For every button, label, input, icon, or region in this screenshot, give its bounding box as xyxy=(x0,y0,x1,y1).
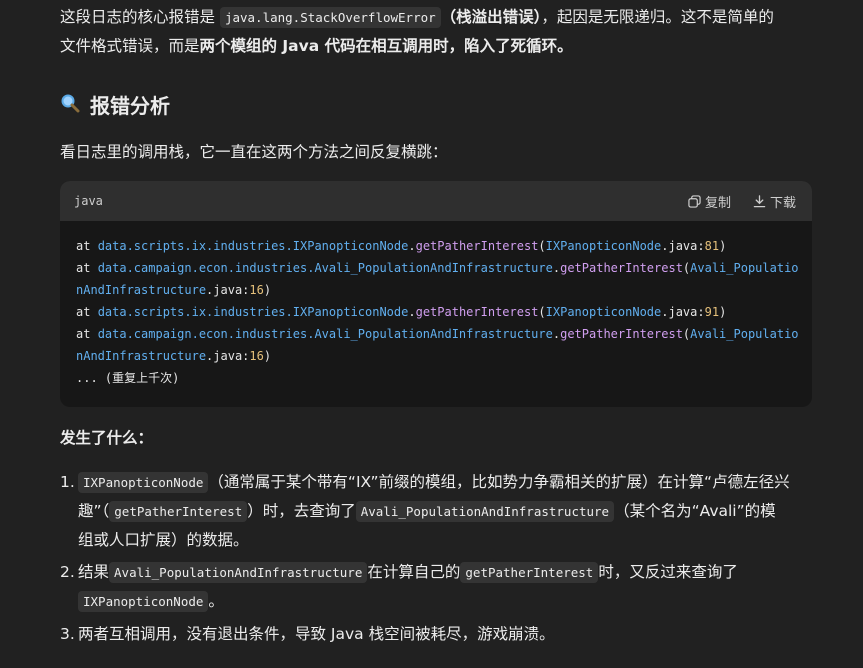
code-block: java 复制 下载 at data.scripts.ix.industries… xyxy=(60,181,812,407)
code-line: nAndInfrastructure.java:16) xyxy=(76,349,272,363)
list-item: 1. IXPanopticonNode （通常属于某个带有“IX”前缀的模组，比如势… xyxy=(60,472,790,549)
code-language-label: java xyxy=(74,194,103,208)
copy-icon xyxy=(688,194,701,208)
section-heading: 报错分析 xyxy=(60,90,170,122)
list-item: 3. 两者互相调用，没有退出条件，导致 Java 栈空间被耗尽，游戏崩溃。 xyxy=(60,625,555,643)
code-line: at data.campaign.econ.industries.Avali_P… xyxy=(76,327,799,341)
inline-code: java.lang.StackOverflowError xyxy=(219,7,441,28)
code-line: at data.scripts.ix.industries.IXPanoptic… xyxy=(76,239,727,253)
code-line: nAndInfrastructure.java:16) xyxy=(76,283,272,297)
download-icon xyxy=(753,194,766,207)
lead-text: 看日志里的调用栈，它一直在这两个方法之间反复横跳： xyxy=(60,143,448,161)
chat-message: 这段日志的核心报错是 java.lang.StackOverflowError （… xyxy=(0,0,863,668)
list-item: 2. 结果 Avali_PopulationAndInfrastructure 在计算… xyxy=(60,562,738,612)
code-content: at data.scripts.ix.industries.IXPanoptic… xyxy=(60,221,812,389)
code-block-header: java 复制 下载 xyxy=(60,181,812,221)
code-line: ... (重复上千次) xyxy=(76,371,180,385)
download-button[interactable]: 下载 xyxy=(753,192,796,211)
intro-paragraph: 这段日志的核心报错是 java.lang.StackOverflowError （… xyxy=(60,7,774,55)
what-happened-heading: 发生了什么： xyxy=(60,429,154,447)
code-line: at data.scripts.ix.industries.IXPanoptic… xyxy=(76,305,727,319)
magnifier-icon xyxy=(60,90,82,122)
code-line: at data.campaign.econ.industries.Avali_P… xyxy=(76,261,799,275)
copy-button[interactable]: 复制 xyxy=(688,192,731,211)
